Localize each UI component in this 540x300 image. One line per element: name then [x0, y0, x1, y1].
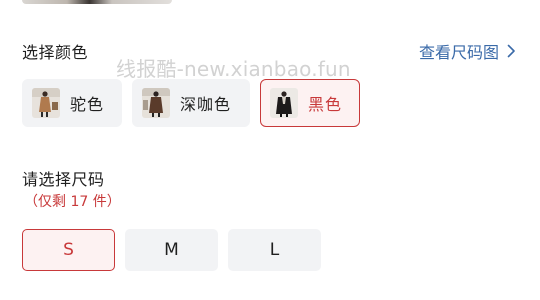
- size-option-l[interactable]: L: [228, 229, 321, 271]
- watermark-text: 线报酷-new.xianbao.fun: [116, 57, 351, 81]
- color-label-camel: 驼色: [70, 95, 105, 114]
- color-label-dark-coffee: 深咖色: [180, 95, 232, 114]
- size-options: S M L: [22, 229, 321, 271]
- size-section-title: 请选择尺码: [22, 170, 105, 189]
- color-option-camel[interactable]: 驼色: [22, 79, 122, 127]
- product-image-strip: [22, 0, 172, 4]
- size-guide-label: 查看尺码图: [418, 43, 499, 62]
- product-spec-selector: 选择颜色 查看尺码图 线报酷-new.xianbao.fun 驼色 深咖色 黑色…: [0, 0, 540, 300]
- chevron-right-icon: [507, 44, 515, 58]
- color-label-black: 黑色: [308, 95, 343, 114]
- size-option-s[interactable]: S: [22, 229, 115, 271]
- size-guide-link[interactable]: 查看尺码图: [419, 39, 516, 63]
- color-section-title: 选择颜色: [22, 43, 89, 62]
- color-option-black[interactable]: 黑色: [260, 79, 360, 127]
- size-option-m[interactable]: M: [125, 229, 218, 271]
- color-thumbnail-dark-coffee: [142, 88, 170, 118]
- color-option-dark-coffee[interactable]: 深咖色: [132, 79, 250, 127]
- color-thumbnail-black: [270, 88, 298, 118]
- color-thumbnail-camel: [32, 88, 60, 118]
- color-options: 驼色 深咖色 黑色: [22, 79, 360, 127]
- stock-remaining-note: （仅剩 17 件）: [24, 194, 121, 210]
